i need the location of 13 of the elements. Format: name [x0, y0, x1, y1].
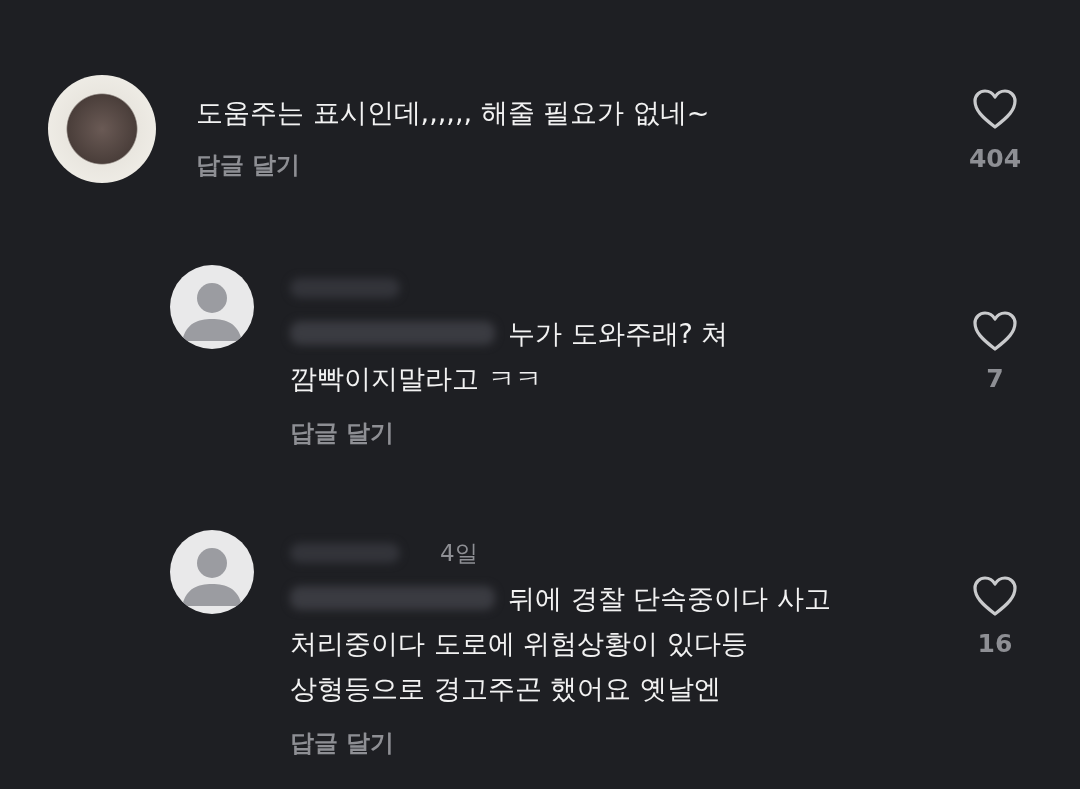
- comment-text: 누가 도와주래? 쳐 깜빡이지말라고 ㅋㅋ: [290, 317, 730, 396]
- comment-text: 뒤에 경찰 단속중이다 사고 처리중이다 도로에 위험상황이 있다등 상형등으로 경고주곤 했어요 옛날엔: [290, 582, 832, 706]
- heart-icon[interactable]: [972, 88, 1018, 130]
- comment-time: 4일: [440, 538, 478, 568]
- like-count: 7: [986, 364, 1004, 393]
- heart-icon[interactable]: [972, 575, 1018, 617]
- reply-link[interactable]: 답글 달기: [290, 727, 395, 759]
- comment-text: 도움주는 표시인데,,,,,, 해줄 필요가 없네~: [196, 96, 711, 130]
- heart-icon[interactable]: [972, 310, 1018, 352]
- reply-link[interactable]: 답글 달기: [196, 149, 301, 181]
- reply-link[interactable]: 답글 달기: [290, 417, 395, 449]
- like-count: 16: [977, 629, 1013, 658]
- like-count: 404: [968, 144, 1022, 173]
